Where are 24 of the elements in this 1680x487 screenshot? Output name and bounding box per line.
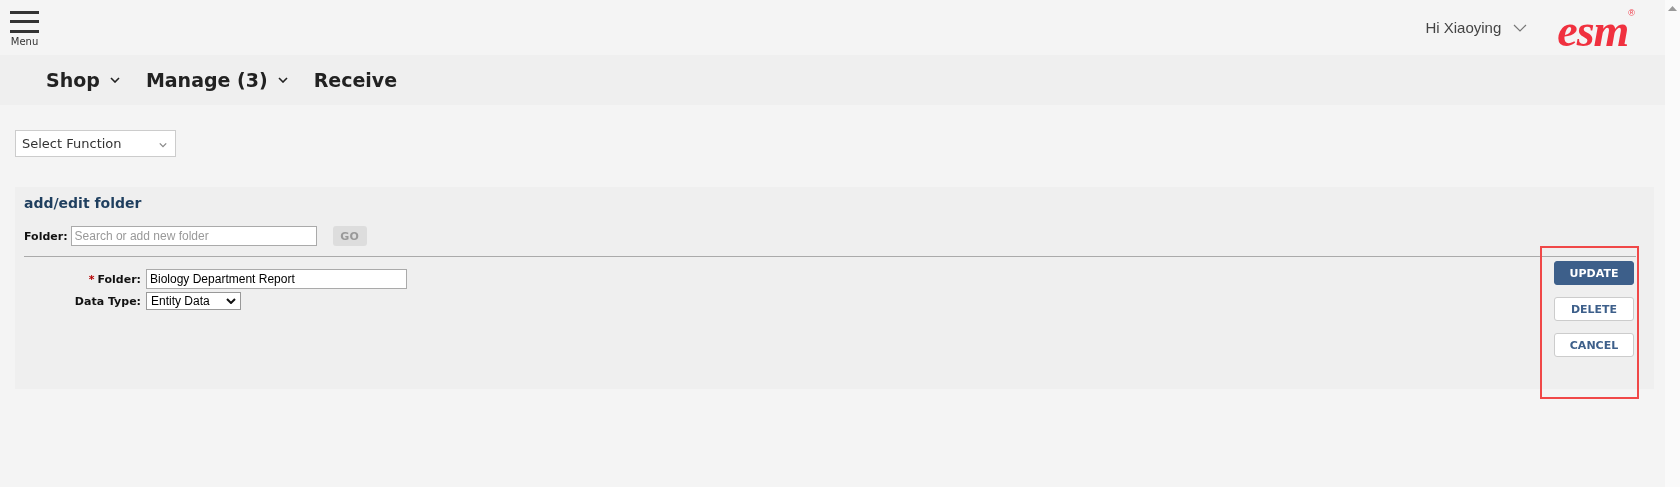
menu-icon [10, 11, 39, 34]
data-type-select[interactable]: Entity Data [146, 292, 241, 310]
scroll-up-icon[interactable] [1668, 6, 1677, 11]
user-menu[interactable]: Hi Xiaoying [1425, 19, 1528, 36]
nav-item[interactable]: Receive [313, 69, 398, 91]
registered-mark: ® [1628, 8, 1635, 18]
logo: esm [1557, 8, 1629, 54]
field-label: Data Type: [74, 294, 141, 308]
panel-title: add/edit folder [24, 195, 143, 211]
function-select[interactable]: Select Function [15, 130, 176, 157]
field-label: Folder: [24, 229, 68, 243]
menu-button[interactable]: Menu [10, 11, 39, 47]
action-button[interactable]: DELETE [1554, 297, 1634, 321]
folder-name-field[interactable]: Biology Department Report [146, 269, 407, 289]
nav-item[interactable]: Shop [46, 69, 120, 91]
chevron-down-icon [1513, 23, 1528, 32]
scrollbar[interactable] [1665, 0, 1680, 487]
action-button[interactable]: CANCEL [1554, 333, 1634, 357]
chevron-down-icon [159, 142, 167, 148]
nav-item[interactable]: Manage (3) [145, 69, 288, 91]
field-label: Folder: [97, 272, 141, 286]
chevron-down-icon [226, 298, 236, 304]
required-mark: * [88, 272, 95, 286]
update-button[interactable]: UPDATE [1554, 261, 1634, 285]
